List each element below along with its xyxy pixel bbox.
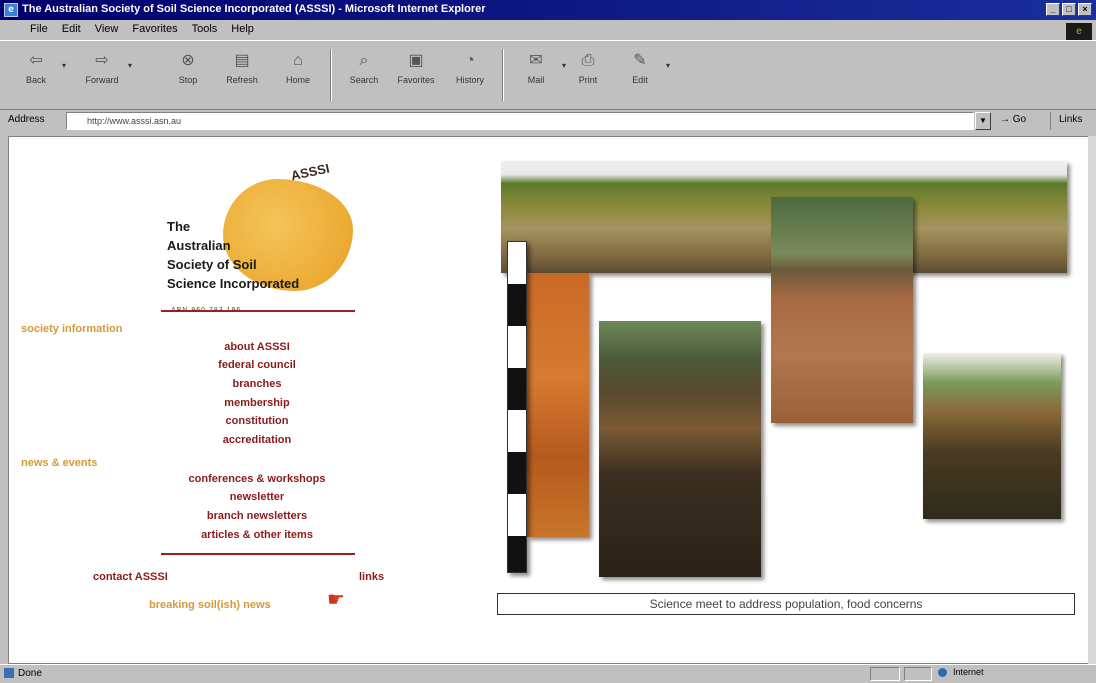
search-icon: ⌕ [359,52,369,69]
favorites-button[interactable]: ▣ Favorites [394,49,438,101]
nav-branches[interactable]: branches [233,378,282,390]
stop-button[interactable]: ⊗ Stop [166,49,210,101]
links-button[interactable]: Links [1050,112,1090,130]
nav-articles-other-items[interactable]: articles & other items [201,529,313,541]
dark-soil-profile-photo [599,321,761,577]
nav-branch-newsletters[interactable]: branch newsletters [207,510,307,522]
nav-federal-council[interactable]: federal council [218,359,296,371]
forward-button[interactable]: ⇨ Forward ▾ [80,49,132,101]
logo-acronym: ASSSI [289,160,331,184]
asssi-logo[interactable]: The Australian Society of Soil Science I… [159,167,369,314]
status-bar: Done Internet [0,664,1096,683]
news-headline-box[interactable]: Science meet to address population, food… [497,593,1075,615]
orange-soil-profile-photo [527,273,589,537]
home-icon: ⌂ [293,52,303,69]
stop-icon: ⊗ [181,52,195,69]
print-icon: ⎙ [581,52,595,69]
measuring-ruler-photo [507,241,527,573]
status-pane [904,667,932,681]
toolbar-separator [330,49,332,101]
edit-icon: ✎ [633,52,647,69]
nav-links[interactable]: links [359,571,384,583]
menubar: File Edit View Favorites Tools Help [0,20,1096,39]
window-title: The Australian Society of Soil Science I… [22,3,486,15]
home-button[interactable]: ⌂ Home [276,49,320,101]
edit-button[interactable]: ✎ Edit ▾ [618,49,670,101]
logo-text: The Australian Society of Soil Science I… [167,219,300,291]
nav-constitution[interactable]: constitution [226,415,289,427]
page-viewport: The Australian Society of Soil Science I… [8,136,1090,664]
forward-arrow-icon: ⇨ [95,52,109,69]
print-button[interactable]: ⎙ Print [566,49,610,101]
status-pane [870,667,900,681]
nav-membership[interactable]: membership [224,397,289,409]
red-soil-forest-photo [771,197,913,423]
security-zone: Internet [938,667,984,678]
menu-edit[interactable]: Edit [62,23,81,35]
soil-photo-collage [501,161,1069,581]
maximize-icon[interactable]: □ [1062,3,1076,16]
favorites-icon: ▣ [408,52,424,69]
grass-soil-bank-photo [923,353,1061,519]
toolbar-separator [502,49,504,101]
nav-newsletter[interactable]: newsletter [230,491,284,503]
divider [161,310,355,312]
pointing-hand-icon[interactable]: ☛ [327,589,367,611]
page-status-icon [4,668,14,678]
address-input[interactable]: http://www.asssi.asn.au [66,112,974,130]
vertical-scrollbar[interactable] [1088,136,1096,664]
window-controls: _ □ × [1046,3,1092,16]
address-bar: Address http://www.asssi.asn.au ▼ → Go L… [0,110,1096,132]
refresh-button[interactable]: ▤ Refresh [220,49,264,101]
divider [161,553,355,555]
menu-view[interactable]: View [95,23,119,35]
back-arrow-icon: ⇦ [29,52,43,69]
menu-favorites[interactable]: Favorites [132,23,177,35]
standard-toolbar: ⇦ Back ▾ ⇨ Forward ▾ ⊗ Stop ▤ Refresh ⌂ Home ⌕ S… [0,40,1096,110]
menu-help[interactable]: Help [231,23,254,35]
globe-icon [938,668,947,678]
back-button[interactable]: ⇦ Back ▾ [14,49,66,101]
history-button[interactable]: ◔ History [448,49,492,101]
mail-icon: ✉ [529,52,543,69]
minimize-icon[interactable]: _ [1046,3,1060,16]
ie-throbber-icon: e [1066,23,1092,41]
mail-button[interactable]: ✉ Mail ▾ [514,49,566,101]
window-titlebar: e The Australian Society of Soil Science… [0,0,1096,20]
go-button[interactable]: → Go [1000,114,1026,125]
menu-file[interactable]: File [30,23,48,35]
society-information-heading: society information [21,323,123,335]
nav-contact-asssi[interactable]: contact ASSSI [93,571,168,583]
nav-about-asssi[interactable]: about ASSSI [224,341,290,353]
nav-conferences-workshops[interactable]: conferences & workshops [189,473,326,485]
address-dropdown-icon[interactable]: ▼ [975,112,991,130]
nav-accreditation[interactable]: accreditation [223,434,291,446]
status-text: Done [18,668,42,679]
address-label: Address [8,114,45,125]
ie-app-icon[interactable]: e [4,3,18,17]
nav-breaking-news[interactable]: breaking soil(ish) news [149,599,271,611]
close-icon[interactable]: × [1078,3,1092,16]
search-button[interactable]: ⌕ Search [342,49,386,101]
history-icon: ◔ [465,52,475,69]
refresh-icon: ▤ [234,52,250,69]
menu-tools[interactable]: Tools [192,23,218,35]
news-events-heading: news & events [21,457,98,469]
